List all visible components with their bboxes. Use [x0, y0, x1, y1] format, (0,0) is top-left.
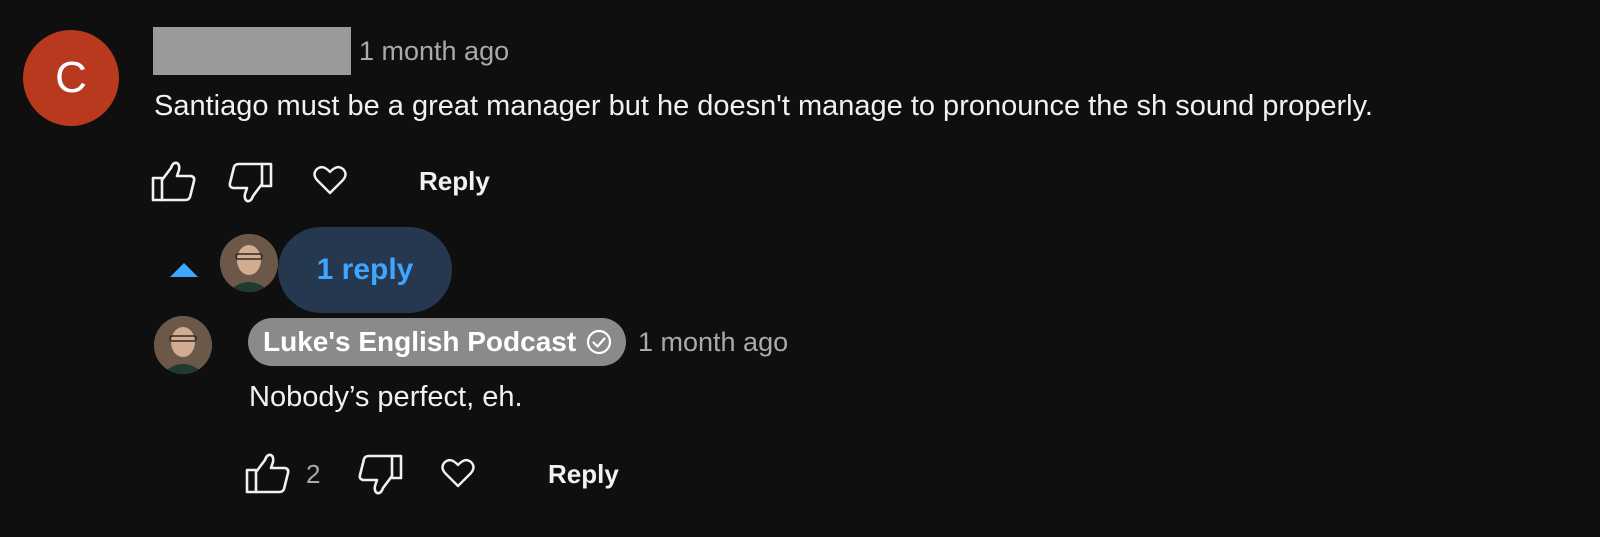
thumbs-down-icon[interactable]	[357, 454, 403, 496]
verified-check-icon	[586, 329, 612, 355]
reply-button[interactable]: Reply	[548, 459, 619, 490]
comment-timestamp[interactable]: 1 month ago	[359, 36, 509, 67]
reply-author-name: Luke's English Podcast	[263, 326, 577, 357]
view-replies-button[interactable]: 1 reply	[278, 227, 452, 313]
reply-button[interactable]: Reply	[419, 166, 490, 197]
reply-text: Nobody’s perfect, eh.	[249, 381, 523, 413]
caret-up-icon[interactable]	[170, 262, 198, 278]
reply-author-badge[interactable]: Luke's English Podcast	[248, 318, 627, 366]
reply-author-avatar[interactable]	[154, 316, 212, 374]
like-count: 2	[306, 459, 321, 489]
view-replies-label: 1 reply	[316, 253, 414, 286]
reply-timestamp[interactable]: 1 month ago	[638, 327, 788, 358]
thumbs-up-icon[interactable]	[151, 160, 197, 202]
reply-author-avatar-small	[220, 234, 278, 292]
thumbs-down-icon[interactable]	[227, 162, 273, 204]
comment-text: Santiago must be a great manager but he …	[154, 90, 1373, 122]
thumbs-up-icon[interactable]	[245, 452, 291, 494]
heart-icon[interactable]	[313, 165, 347, 195]
avatar-letter: C	[55, 53, 87, 102]
commenter-avatar[interactable]: C	[23, 30, 119, 126]
redacted-username[interactable]	[153, 27, 351, 75]
heart-icon[interactable]	[441, 458, 475, 488]
